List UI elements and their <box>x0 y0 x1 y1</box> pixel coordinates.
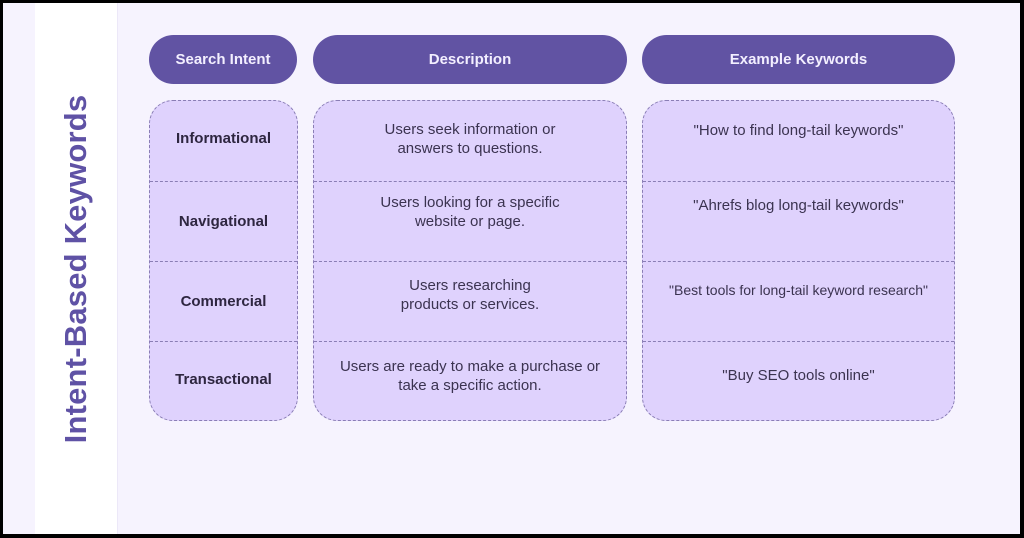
example-text: "Buy SEO tools online" <box>722 367 875 384</box>
description-text: Users seek information or answers to que… <box>384 121 556 157</box>
description-text: Users researching products or services. <box>400 276 540 313</box>
infographic-canvas: Intent-Based Keywords Search Intent Desc… <box>3 3 1020 534</box>
intent-cell: Navigational <box>150 181 297 261</box>
header-search-intent: Search Intent <box>149 35 297 84</box>
description-text: Users looking for a specific website or … <box>380 193 560 230</box>
description-text: Users are ready to make a purchase or ta… <box>339 357 601 394</box>
example-text: "Ahrefs blog long-tail keywords" <box>693 197 904 214</box>
title-strip: Intent-Based Keywords <box>35 3 118 534</box>
intent-cell: Transactional <box>150 341 297 420</box>
example-cell: "How to find long-tail keywords" <box>643 101 954 181</box>
description-cell: Users are ready to make a purchase or ta… <box>314 341 626 420</box>
intent-label: Transactional <box>175 371 272 388</box>
example-cell: "Best tools for long-tail keyword resear… <box>643 261 954 341</box>
intent-label: Commercial <box>180 293 267 310</box>
description-cell: Users researching products or services. <box>314 261 626 341</box>
example-cell: "Ahrefs blog long-tail keywords" <box>643 181 954 261</box>
example-cell: "Buy SEO tools online" <box>643 341 954 420</box>
header-description: Description <box>313 35 627 84</box>
infographic-title: Intent-Based Keywords <box>58 94 93 444</box>
intent-cell: Informational <box>150 101 297 181</box>
description-cell: Users looking for a specific website or … <box>314 181 626 261</box>
description-column: Users seek information or answers to que… <box>313 100 627 421</box>
example-text: "How to find long-tail keywords" <box>693 121 904 139</box>
intent-label: Informational <box>175 129 271 147</box>
description-cell: Users seek information or answers to que… <box>314 101 626 181</box>
example-column: "How to find long-tail keywords" "Ahrefs… <box>642 100 955 421</box>
intent-cell: Commercial <box>150 261 297 341</box>
example-text: "Best tools for long-tail keyword resear… <box>669 282 928 298</box>
intent-column: Informational Navigational Commercial Tr… <box>149 100 298 421</box>
intent-label: Navigational <box>178 213 269 230</box>
header-example-keywords: Example Keywords <box>642 35 955 84</box>
